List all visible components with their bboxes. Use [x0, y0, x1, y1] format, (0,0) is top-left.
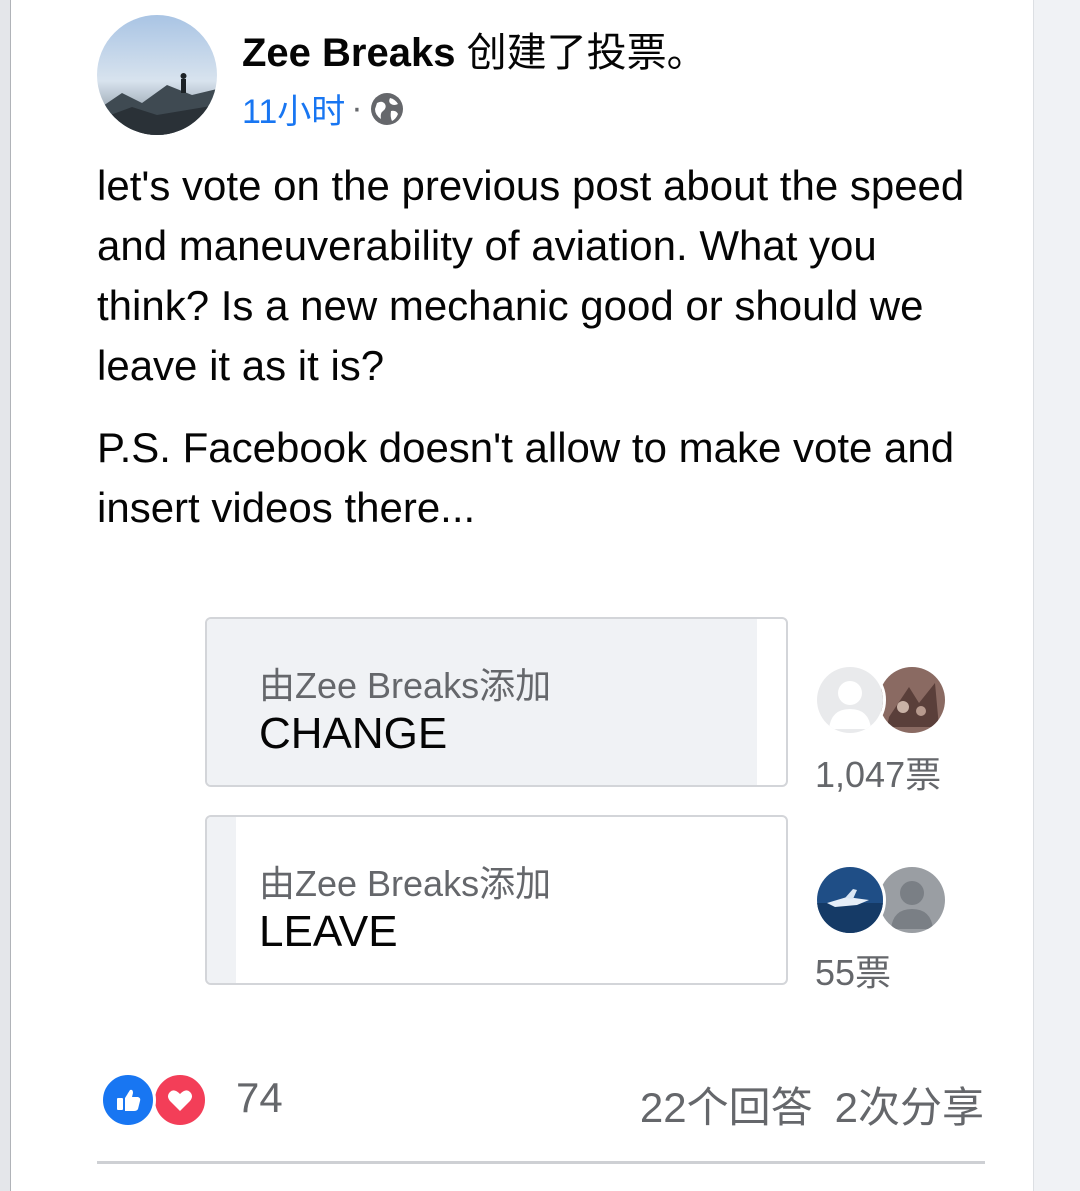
voter-avatar[interactable] [814, 664, 886, 736]
author-avatar[interactable] [97, 15, 217, 135]
post-action-text: 创建了投票。 [466, 31, 707, 75]
poll-vote-count[interactable]: 1,047票 [815, 746, 941, 798]
post-meta: 11小时 · [242, 84, 405, 133]
poll-option-fill [207, 817, 236, 983]
love-icon [152, 1072, 208, 1128]
reaction-count[interactable]: 74 [236, 1074, 283, 1122]
post-timestamp[interactable]: 11小时 [242, 84, 345, 133]
voter-avatar[interactable] [876, 864, 948, 936]
poll-option-leave[interactable]: 由Zee Breaks添加 LEAVE [205, 815, 788, 985]
reaction-icons[interactable] [100, 1072, 215, 1128]
voter-avatar[interactable] [814, 864, 886, 936]
post-header-title: Zee Breaks 创建了投票。 [242, 20, 707, 78]
poll-vote-count[interactable]: 55票 [815, 944, 891, 996]
page-edge-left [0, 0, 11, 1191]
poll-option-change[interactable]: 由Zee Breaks添加 CHANGE [205, 617, 788, 787]
globe-icon[interactable] [369, 91, 405, 127]
poll-option-added-by: 由Zee Breaks添加 [259, 863, 552, 904]
like-icon [100, 1072, 156, 1128]
page-edge-right [1033, 0, 1080, 1191]
share-count[interactable]: 2次分享 [835, 1084, 984, 1131]
author-name[interactable]: Zee Breaks [242, 31, 455, 75]
comment-count[interactable]: 22个回答 [640, 1084, 813, 1131]
poll-option-added-by: 由Zee Breaks添加 [259, 665, 552, 706]
footer-divider [97, 1161, 985, 1164]
voter-avatar[interactable] [876, 664, 948, 736]
post-stats: 22个回答 2次分享 [640, 1074, 984, 1135]
post-body-text: let's vote on the previous post about th… [97, 162, 965, 389]
author-avatar-image [97, 15, 217, 135]
poll-option-label: CHANGE [259, 709, 448, 758]
meta-separator: · [351, 89, 363, 127]
poll-option-label: LEAVE [259, 907, 398, 956]
post-ps-text: P.S. Facebook doesn't allow to make vote… [97, 424, 955, 531]
